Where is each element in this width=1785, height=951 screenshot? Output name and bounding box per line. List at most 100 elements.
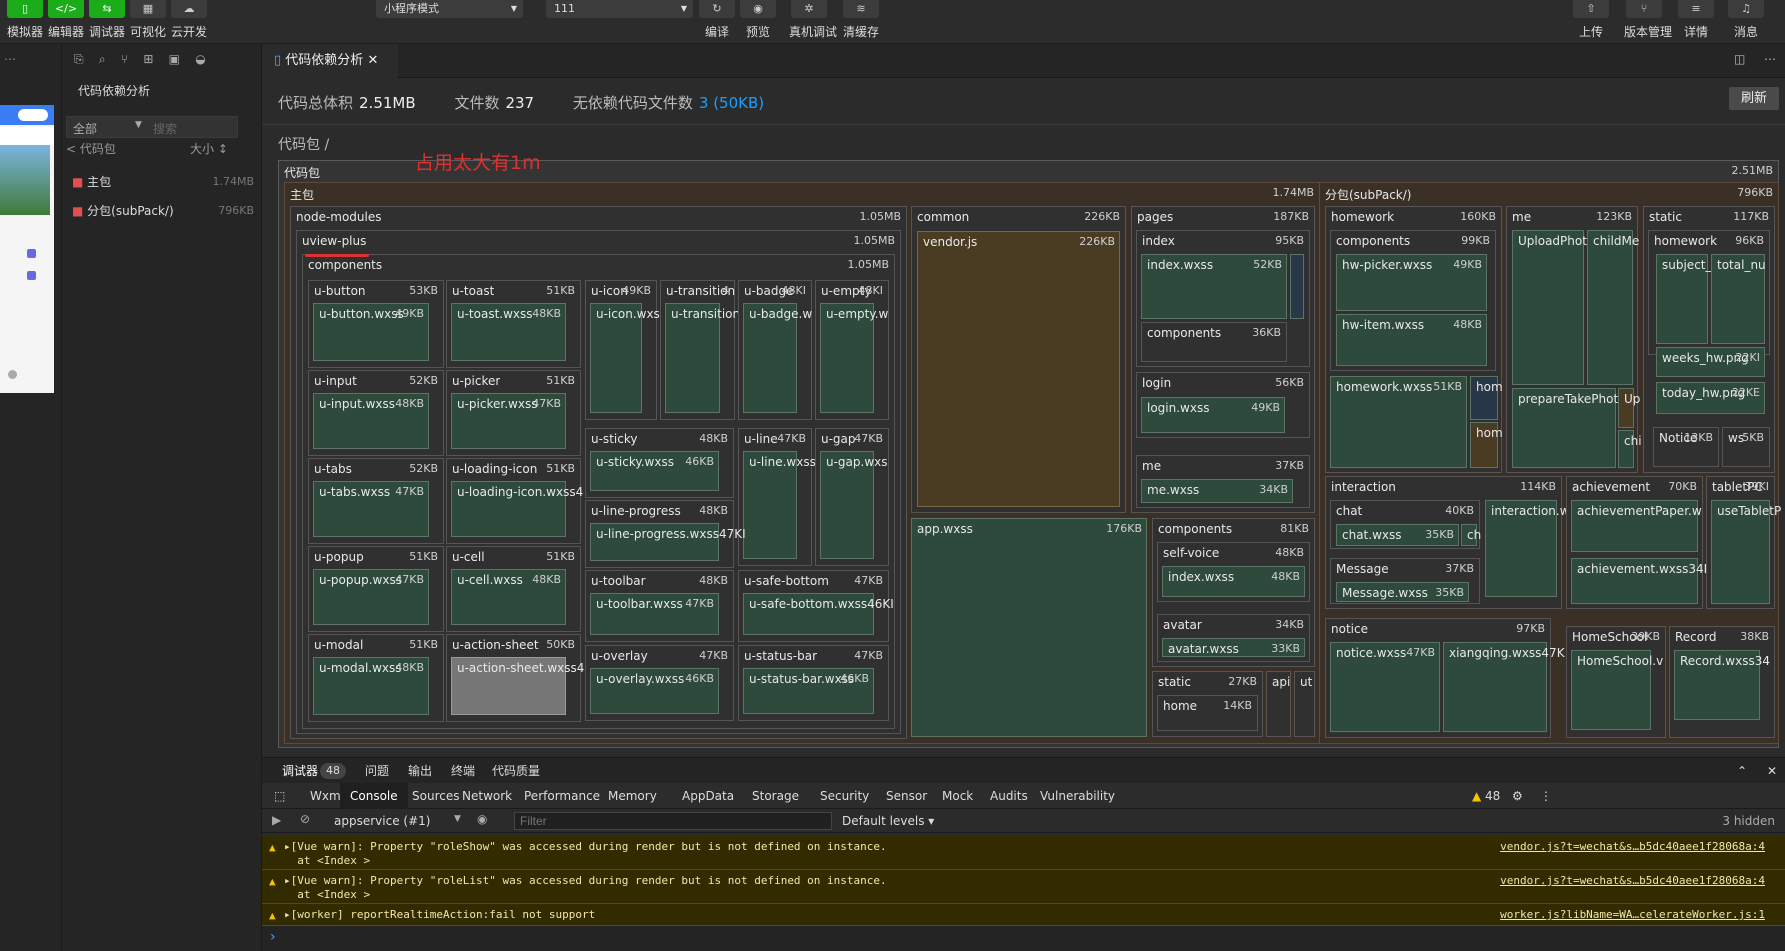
console-warning[interactable]: ▲ ▸[Vue warn]: Property "roleShow" was a…	[262, 836, 1785, 870]
wxss-file[interactable]: u-transition	[665, 303, 740, 413]
wxss-file[interactable]: u-overlay.wxss 46KB	[590, 668, 719, 714]
notice-wxss[interactable]: notice.wxss 47KB	[1330, 642, 1440, 732]
eye-icon[interactable]: ◉	[477, 812, 487, 826]
docker-icon[interactable]: ◒	[195, 52, 205, 66]
app-icon[interactable]	[27, 271, 36, 280]
simulator-button[interactable]: ▯ 模拟器	[5, 0, 45, 40]
wxss-file[interactable]: u-sticky.wxss 46KB	[590, 451, 719, 491]
search-icon[interactable]: ⌕	[99, 52, 106, 66]
sidebar-item-main[interactable]: ■ 主包 1.74MB	[72, 171, 254, 193]
source-link[interactable]: worker.js?libName=WA…celerateWorker.js:1	[1500, 908, 1765, 921]
version-button[interactable]: ⑂ 版本管理	[1624, 0, 1672, 40]
mode-select[interactable]: 小程序模式 ▼	[376, 0, 523, 18]
achievement-paper[interactable]: achievementPaper.w	[1571, 500, 1702, 552]
debugger-button[interactable]: ⇆ 调试器	[87, 0, 127, 40]
wxss-file[interactable]: u-empty.w	[820, 303, 888, 413]
index-extra[interactable]	[1290, 254, 1304, 319]
git-icon[interactable]: ⑂	[121, 52, 128, 66]
devtab-storage[interactable]: Storage	[752, 783, 799, 809]
homework-extra-2[interactable]: hom	[1470, 422, 1503, 468]
me-wxss[interactable]: me.wxss 34KB	[1141, 479, 1293, 503]
wxss-file[interactable]: u-modal.wxss 48KB	[313, 657, 429, 715]
visual-button[interactable]: ▦ 可视化	[128, 0, 168, 40]
tab-issues[interactable]: 问题	[365, 758, 389, 784]
devtab-appdata[interactable]: AppData	[682, 783, 734, 809]
index-components[interactable]: components 36KB	[1141, 322, 1287, 362]
use-tablet[interactable]: useTabletP	[1711, 500, 1781, 604]
editor-button[interactable]: </> 编辑器	[46, 0, 86, 40]
tab-output[interactable]: 输出	[408, 758, 432, 784]
wxss-file[interactable]: u-icon.wxss	[590, 303, 666, 413]
extensions-icon[interactable]: ⊞	[143, 52, 153, 66]
devtab-security[interactable]: Security	[820, 783, 869, 809]
wxss-file[interactable]: u-tabs.wxss 47KB	[313, 481, 429, 537]
console-warning[interactable]: ▲ ▸[Vue warn]: Property "roleList" was a…	[262, 870, 1785, 904]
weeks-hw-png[interactable]: weeks_hw.png 22KI	[1656, 347, 1765, 377]
index-wxss[interactable]: index.wxss 52KB	[1141, 254, 1287, 319]
context-select[interactable]: appservice (#1)	[334, 814, 430, 828]
wxss-file[interactable]: u-line.wxss	[743, 451, 816, 559]
sidebar-item-subpack[interactable]: ■ 分包(subPack/) 796KB	[72, 200, 254, 222]
record-wxss[interactable]: Record.wxss34	[1674, 650, 1770, 720]
compile-button[interactable]: ↻ 编译	[697, 0, 737, 40]
wxss-file[interactable]: u-action-sheet.wxss4	[451, 657, 584, 715]
cloud-button[interactable]: ☁ 云开发	[169, 0, 209, 40]
settings-icon[interactable]: ⚙	[1512, 783, 1523, 809]
devtab-sources[interactable]: Sources	[412, 783, 459, 809]
back-link[interactable]: < 代码包	[66, 140, 116, 157]
warning-count[interactable]: ▲ 48	[1472, 783, 1500, 809]
ut-folder[interactable]: ut	[1294, 671, 1315, 737]
nodep-link[interactable]: 3 (50KB)	[699, 94, 764, 112]
simulator-phone[interactable]	[0, 105, 54, 393]
wxss-file[interactable]: u-status-bar.wxss 46KB	[743, 668, 874, 714]
devtab-performance[interactable]: Performance	[524, 783, 600, 809]
close-icon[interactable]: ✕	[1767, 758, 1777, 784]
wxss-file[interactable]: u-toast.wxss 48KB	[451, 303, 566, 361]
source-link[interactable]: vendor.js?t=wechat&s…b5dc40aee1f28068a:4	[1500, 874, 1765, 887]
wxss-file[interactable]: u-button.wxss 49KB	[313, 303, 429, 361]
source-link[interactable]: vendor.js?t=wechat&s…b5dc40aee1f28068a:4	[1500, 840, 1765, 853]
devtab-console[interactable]: Console	[340, 783, 408, 809]
console-warning[interactable]: ▲ ▸[worker] reportRealtimeAction:fail no…	[262, 904, 1785, 926]
more-icon[interactable]: ⋮	[1540, 783, 1552, 809]
log-levels-select[interactable]: Default levels ▾	[842, 814, 934, 828]
wxss-file[interactable]: u-picker.wxss 47KB	[451, 393, 566, 449]
devtab-audits[interactable]: Audits	[990, 783, 1028, 809]
scope-filter[interactable]: 全部 ▼ 搜索	[66, 116, 238, 138]
sidebar-toggle-icon[interactable]: ▶	[272, 813, 281, 827]
ws-folder[interactable]: ws 5KB	[1722, 427, 1770, 467]
clear-cache-button[interactable]: ≋ 清缓存	[841, 0, 881, 40]
login-wxss[interactable]: login.wxss 49KB	[1141, 397, 1285, 433]
app-icon[interactable]	[27, 249, 36, 258]
xiangqing-wxss[interactable]: xiangqing.wxss47K	[1443, 642, 1565, 732]
home-folder[interactable]: home 14KB	[1157, 695, 1258, 731]
wxss-file[interactable]: u-loading-icon.wxss4	[451, 481, 583, 537]
details-button[interactable]: ≡ 详情	[1676, 0, 1716, 40]
more-icon[interactable]: ⋯	[1764, 52, 1776, 66]
upload-photo[interactable]: UploadPhoto	[1512, 230, 1594, 385]
interaction-wxss[interactable]: interaction.w	[1485, 500, 1570, 597]
chat-extra[interactable]: ch	[1461, 524, 1481, 546]
wxss-file[interactable]: u-gap.wxs	[820, 451, 888, 559]
wxss-file[interactable]: u-badge.w	[743, 303, 812, 413]
refresh-button[interactable]: 刷新	[1729, 87, 1779, 110]
wxss-file[interactable]: u-safe-bottom.wxss46KI	[743, 593, 894, 635]
vendor-js[interactable]: vendor.js 226KB	[917, 231, 1120, 507]
tab-icon[interactable]	[8, 370, 17, 379]
split-icon[interactable]: ◫	[1734, 52, 1745, 66]
homework-extra[interactable]: hom	[1470, 376, 1503, 420]
subject-icon[interactable]: subject_l	[1656, 254, 1715, 344]
close-icon[interactable]: ✕	[367, 53, 378, 68]
chat-wxss[interactable]: chat.wxss 35KB	[1336, 524, 1459, 546]
devtab-memory[interactable]: Memory	[608, 783, 657, 809]
devtab-sensor[interactable]: Sensor	[886, 783, 927, 809]
notice-folder-small[interactable]: Notice 13KB	[1653, 427, 1719, 467]
devtab-network[interactable]: Network	[462, 783, 512, 809]
self-voice-wxss[interactable]: index.wxss 48KB	[1162, 566, 1305, 597]
achievement-wxss[interactable]: achievement.wxss34I	[1571, 558, 1707, 604]
api-folder[interactable]: api	[1266, 671, 1291, 737]
wxss-file[interactable]: u-line-progress.wxss47KI	[590, 523, 746, 561]
tab-dependency-analysis[interactable]: ▯ 代码依赖分析 ✕	[262, 44, 398, 78]
chevron-up-icon[interactable]: ⌃	[1737, 758, 1747, 784]
sort-toggle[interactable]: 大小 ↕	[190, 140, 228, 157]
